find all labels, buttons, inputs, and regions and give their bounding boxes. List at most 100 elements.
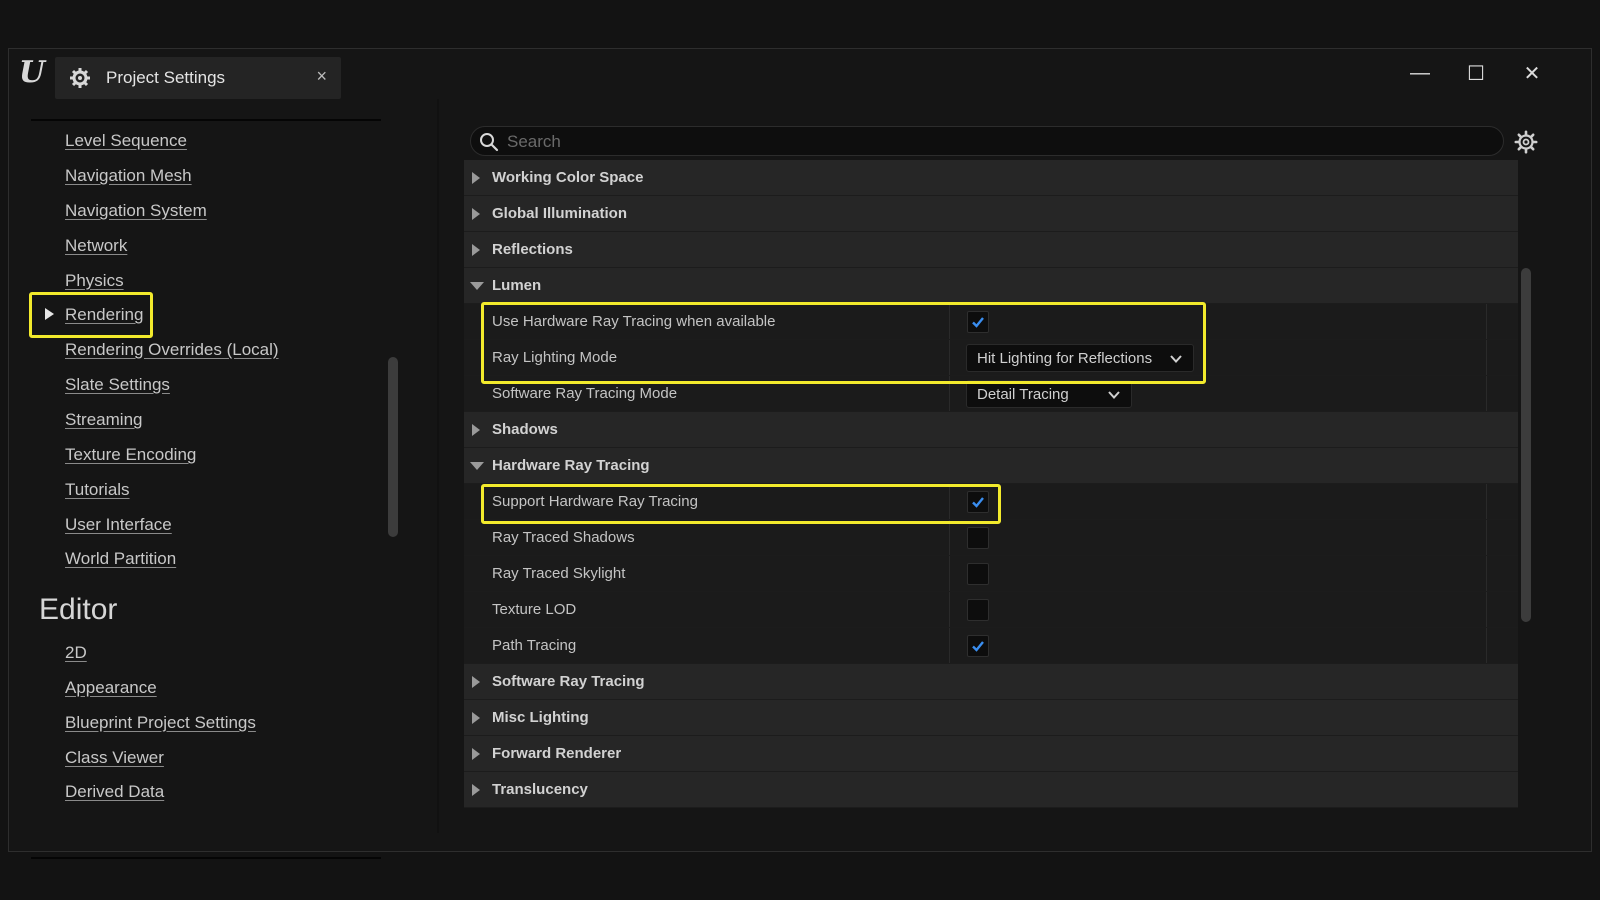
section-global-illumination[interactable]: Global Illumination	[464, 196, 1518, 232]
checkmark-icon	[972, 497, 984, 508]
sidebar-item-world-partition[interactable]: World Partition	[65, 549, 176, 569]
details-panel: Working Color Space Global Illumination …	[464, 160, 1518, 810]
dropdown-value: Detail Tracing	[977, 386, 1069, 403]
maximize-button[interactable]: ☐	[1456, 57, 1496, 89]
title-bar: U Project Settings × — ☐ ✕	[9, 49, 1591, 101]
property-label: Ray Traced Shadows	[492, 529, 635, 546]
property-ray-traced-skylight: Ray Traced Skylight	[464, 556, 1518, 592]
section-misc-lighting[interactable]: Misc Lighting	[464, 700, 1518, 736]
editor-section-heading: Editor	[39, 593, 118, 626]
ray-traced-skylight-checkbox[interactable]	[967, 563, 989, 585]
section-translucency[interactable]: Translucency	[464, 772, 1518, 808]
sidebar-item-network[interactable]: Network	[65, 236, 127, 256]
property-label: Software Ray Tracing Mode	[492, 385, 678, 402]
ray-traced-shadows-checkbox[interactable]	[967, 527, 989, 549]
sidebar-item-navigation-mesh[interactable]: Navigation Mesh	[65, 166, 192, 186]
details-scrollbar[interactable]	[1521, 268, 1531, 622]
section-label: Lumen	[492, 277, 542, 294]
expand-arrow-icon	[472, 208, 480, 220]
property-label: Path Tracing	[492, 637, 577, 654]
tab-close-icon[interactable]: ×	[316, 66, 327, 87]
minimize-icon: —	[1410, 61, 1430, 84]
unreal-logo-icon: U	[18, 54, 46, 90]
checkmark-icon	[972, 641, 984, 652]
column-divider	[1486, 340, 1487, 375]
search-bar[interactable]	[470, 126, 1504, 156]
column-divider	[1486, 556, 1487, 591]
sidebar-item-streaming[interactable]: Streaming	[65, 410, 142, 430]
column-divider	[1486, 520, 1487, 555]
expand-arrow-icon	[472, 712, 480, 724]
selected-arrow-icon	[45, 308, 54, 320]
sidebar-item-2d[interactable]: 2D	[65, 643, 87, 663]
property-label: Use Hardware Ray Tracing when available	[492, 313, 776, 330]
expand-arrow-icon	[472, 784, 480, 796]
software-ray-tracing-mode-dropdown[interactable]: Detail Tracing	[966, 380, 1132, 408]
sidebar-item-texture-encoding[interactable]: Texture Encoding	[65, 445, 196, 465]
section-shadows[interactable]: Shadows	[464, 412, 1518, 448]
section-label: Hardware Ray Tracing	[492, 457, 650, 474]
sidebar-item-navigation-system[interactable]: Navigation System	[65, 201, 207, 221]
sidebar-item-rendering[interactable]: Rendering	[65, 305, 143, 325]
panel-divider	[437, 99, 439, 833]
sidebar-item-rendering-overrides[interactable]: Rendering Overrides (Local)	[65, 340, 279, 360]
sidebar-scrollbar[interactable]	[388, 357, 398, 537]
sidebar-divider-top	[31, 119, 381, 121]
expand-arrow-icon	[472, 172, 480, 184]
section-working-color-space[interactable]: Working Color Space	[464, 160, 1518, 196]
support-hardware-ray-tracing-checkbox[interactable]	[967, 491, 989, 513]
property-path-tracing: Path Tracing	[464, 628, 1518, 664]
sidebar-item-physics[interactable]: Physics	[65, 271, 124, 291]
property-texture-lod: Texture LOD	[464, 592, 1518, 628]
sidebar-item-appearance[interactable]: Appearance	[65, 678, 157, 698]
chevron-down-icon	[1170, 355, 1182, 363]
section-label: Global Illumination	[492, 205, 627, 222]
search-input[interactable]	[507, 129, 1467, 155]
sidebar-item-derived-data[interactable]: Derived Data	[65, 782, 164, 802]
search-icon	[480, 133, 499, 152]
close-window-button[interactable]: ✕	[1512, 57, 1552, 89]
property-label: Support Hardware Ray Tracing	[492, 493, 698, 510]
column-divider	[1486, 484, 1487, 519]
property-label: Texture LOD	[492, 601, 577, 618]
collapse-arrow-icon	[470, 462, 484, 470]
gear-icon[interactable]	[1514, 130, 1538, 154]
section-lumen[interactable]: Lumen	[464, 268, 1518, 304]
sidebar-item-blueprint-project-settings[interactable]: Blueprint Project Settings	[65, 713, 256, 733]
section-hardware-ray-tracing[interactable]: Hardware Ray Tracing	[464, 448, 1518, 484]
tab-project-settings[interactable]: Project Settings ×	[55, 57, 341, 99]
sidebar-item-tutorials[interactable]: Tutorials	[65, 480, 130, 500]
column-divider	[1486, 376, 1487, 411]
section-label: Translucency	[492, 781, 588, 798]
section-reflections[interactable]: Reflections	[464, 232, 1518, 268]
sidebar-item-level-sequence[interactable]: Level Sequence	[65, 131, 187, 151]
section-label: Misc Lighting	[492, 709, 589, 726]
use-hardware-ray-tracing-checkbox[interactable]	[967, 311, 989, 333]
column-divider	[1486, 628, 1487, 663]
sidebar-item-class-viewer[interactable]: Class Viewer	[65, 748, 164, 768]
property-label: Ray Lighting Mode	[492, 349, 618, 366]
section-label: Forward Renderer	[492, 745, 622, 762]
collapse-arrow-icon	[470, 282, 484, 290]
section-label: Shadows	[492, 421, 558, 438]
section-software-ray-tracing[interactable]: Software Ray Tracing	[464, 664, 1518, 700]
property-ray-traced-shadows: Ray Traced Shadows	[464, 520, 1518, 556]
texture-lod-checkbox[interactable]	[967, 599, 989, 621]
sidebar-item-slate-settings[interactable]: Slate Settings	[65, 375, 170, 395]
ray-lighting-mode-dropdown[interactable]: Hit Lighting for Reflections	[966, 344, 1194, 372]
expand-arrow-icon	[472, 244, 480, 256]
section-label: Software Ray Tracing	[492, 673, 645, 690]
path-tracing-checkbox[interactable]	[967, 635, 989, 657]
sidebar-item-user-interface[interactable]: User Interface	[65, 515, 172, 535]
minimize-button[interactable]: —	[1400, 57, 1440, 89]
property-use-hardware-ray-tracing: Use Hardware Ray Tracing when available	[464, 304, 1518, 340]
dropdown-value: Hit Lighting for Reflections	[977, 350, 1153, 367]
sidebar-divider-bottom	[31, 857, 381, 859]
section-label: Reflections	[492, 241, 573, 258]
checkmark-icon	[972, 317, 984, 328]
settings-tab-icon	[70, 68, 90, 88]
section-label: Working Color Space	[492, 169, 644, 186]
section-forward-renderer[interactable]: Forward Renderer	[464, 736, 1518, 772]
property-ray-lighting-mode: Ray Lighting Mode Hit Lighting for Refle…	[464, 340, 1518, 376]
chevron-down-icon	[1108, 391, 1120, 399]
